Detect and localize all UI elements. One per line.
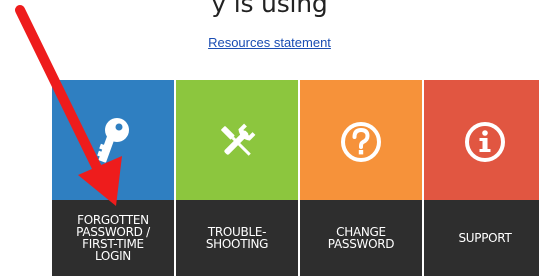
question-icon bbox=[341, 122, 381, 163]
tools-icon bbox=[221, 124, 256, 157]
key-icon bbox=[97, 118, 129, 163]
tile-support[interactable]: SUPPORT bbox=[424, 80, 539, 276]
partial-heading-text: y is using bbox=[211, 0, 328, 18]
info-icon bbox=[465, 122, 505, 163]
tile-label-area: FORGOTTEN PASSWORD / FIRST-TIME LOGIN bbox=[52, 200, 174, 276]
tile-label-area: SUPPORT bbox=[424, 200, 539, 276]
tile-forgotten-password[interactable]: FORGOTTEN PASSWORD / FIRST-TIME LOGIN bbox=[52, 80, 174, 276]
tile-icon-area bbox=[424, 80, 539, 200]
tile-icon-area bbox=[300, 80, 422, 200]
tile-label: TROUBLE- SHOOTING bbox=[205, 225, 269, 251]
tile-icon-area bbox=[52, 80, 174, 200]
tile-icon-area bbox=[176, 80, 298, 200]
help-tiles: FORGOTTEN PASSWORD / FIRST-TIME LOGIN TR… bbox=[0, 80, 539, 276]
tile-label: FORGOTTEN PASSWORD / FIRST-TIME LOGIN bbox=[76, 213, 150, 263]
tile-troubleshooting[interactable]: TROUBLE- SHOOTING bbox=[176, 80, 298, 276]
tile-label: SUPPORT bbox=[458, 231, 512, 245]
tile-label-area: CHANGE PASSWORD bbox=[300, 200, 422, 276]
tile-change-password[interactable]: CHANGE PASSWORD bbox=[300, 80, 422, 276]
resources-statement-link[interactable]: Resources statement bbox=[0, 35, 539, 50]
page: y is using Resources statement FORGOTTEN… bbox=[0, 0, 539, 276]
tile-label: CHANGE PASSWORD bbox=[327, 225, 395, 251]
tile-label-area: TROUBLE- SHOOTING bbox=[176, 200, 298, 276]
